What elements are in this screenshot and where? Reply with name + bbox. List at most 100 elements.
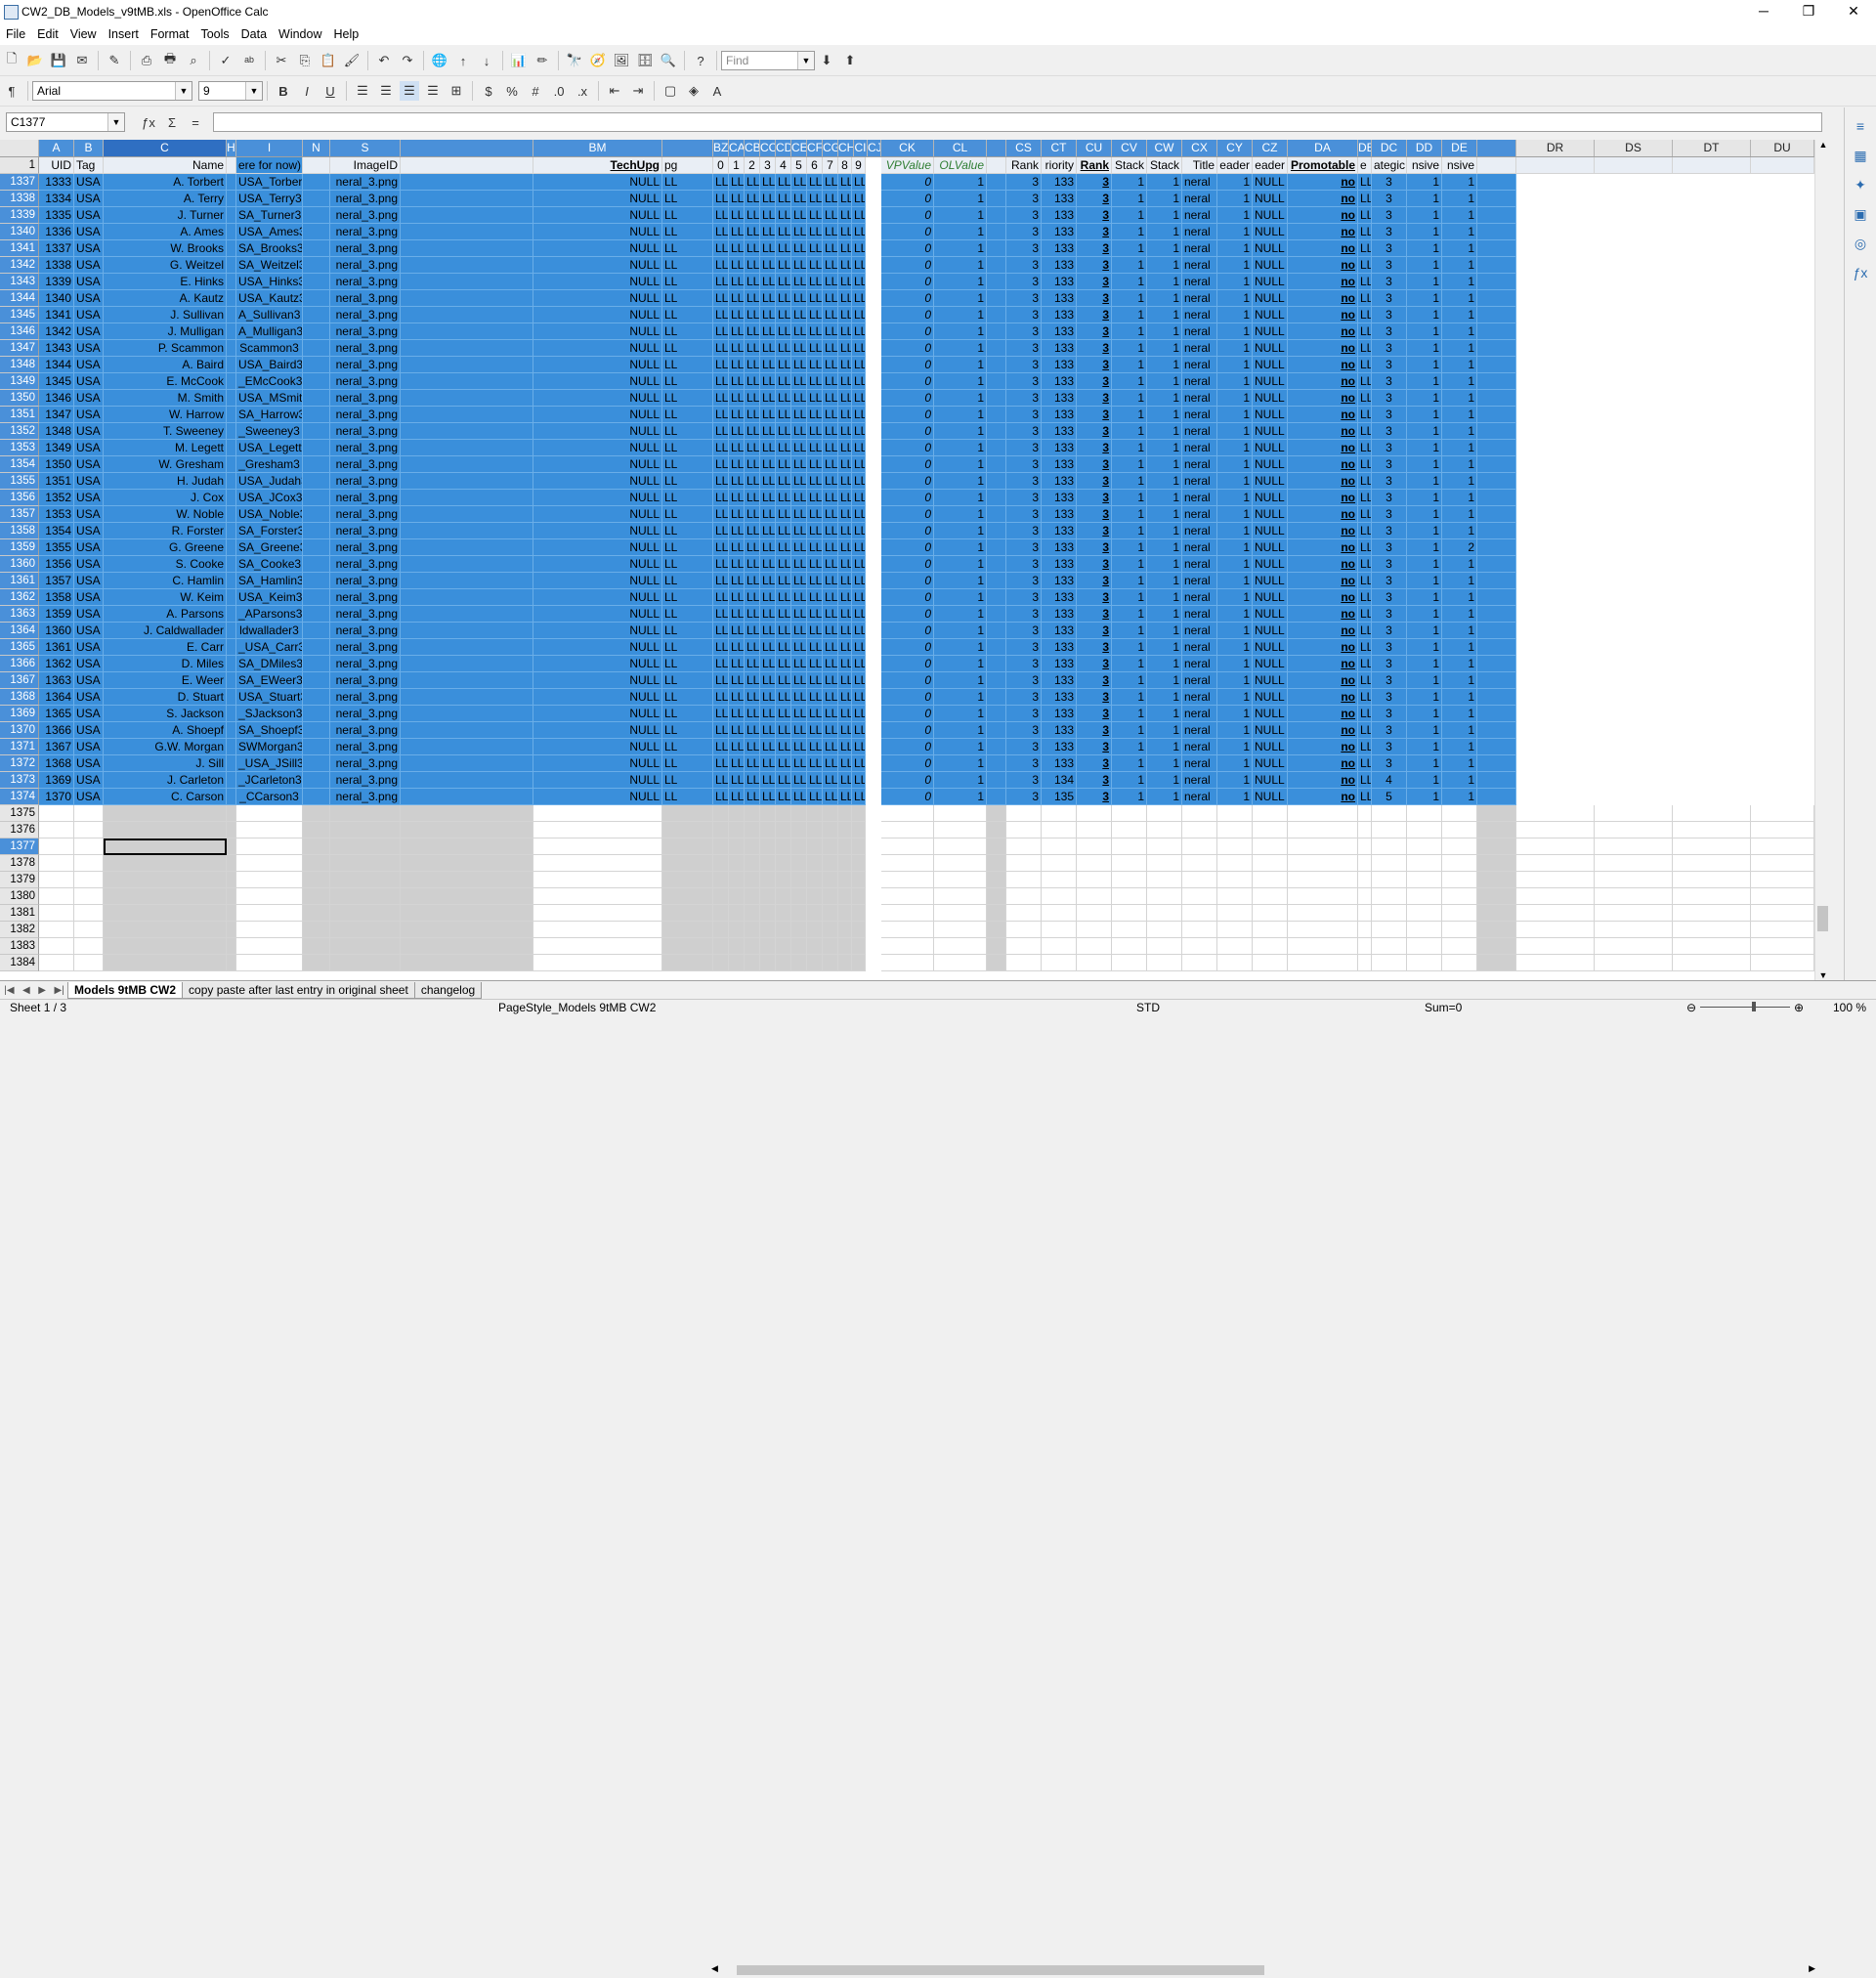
cell-stack-2[interactable]: 1: [1147, 573, 1182, 589]
cell-promotable[interactable]: no: [1288, 191, 1358, 207]
cell-n[interactable]: [303, 523, 330, 539]
cell-olvalue[interactable]: 1: [934, 789, 987, 805]
cell-stack-2[interactable]: 1: [1147, 606, 1182, 623]
table-row[interactable]: 1349 USA M. Legett USA_Legett3 neral_3.png NU…: [39, 440, 1814, 456]
row-header[interactable]: 1364: [0, 623, 39, 639]
empty-cell[interactable]: [1147, 922, 1182, 938]
scroll-down-icon[interactable]: ▼: [1815, 970, 1831, 980]
cell-leader[interactable]: 1: [1217, 373, 1253, 390]
cell-tag[interactable]: USA: [74, 423, 104, 440]
cell-imageid[interactable]: neral_3.png: [330, 240, 401, 257]
cell-small[interactable]: LL: [713, 539, 729, 556]
cell-small[interactable]: LL: [729, 490, 745, 506]
cell-small[interactable]: LL: [838, 606, 852, 623]
cell-small[interactable]: LL: [713, 440, 729, 456]
zoom-icon[interactable]: 🔍: [659, 51, 678, 70]
empty-cell[interactable]: [74, 855, 104, 872]
cell-rank[interactable]: 3: [1006, 323, 1042, 340]
empty-cell[interactable]: [1442, 955, 1477, 971]
cell-leader[interactable]: 1: [1217, 390, 1253, 407]
empty-cell[interactable]: [729, 922, 745, 938]
cell-small[interactable]: LL: [729, 224, 745, 240]
cell-strategic[interactable]: 3: [1372, 307, 1407, 323]
cell-small[interactable]: LL: [823, 307, 838, 323]
cell-rank[interactable]: 3: [1006, 224, 1042, 240]
empty-cell[interactable]: [807, 855, 823, 872]
cell-rank[interactable]: 3: [1006, 755, 1042, 772]
empty-cell[interactable]: [1751, 872, 1814, 888]
empty-cell[interactable]: [662, 855, 713, 872]
menu-data[interactable]: Data: [235, 27, 273, 41]
cell-h[interactable]: [227, 490, 236, 506]
cell-small[interactable]: LL: [807, 689, 823, 706]
cell-small[interactable]: LL: [791, 423, 807, 440]
cell-cm-cr[interactable]: [987, 739, 1006, 755]
cell-small[interactable]: LL: [729, 772, 745, 789]
cell-bn[interactable]: LL: [662, 506, 713, 523]
gallery-icon[interactable]: 🖼: [612, 51, 631, 70]
cell-small[interactable]: LL: [745, 274, 760, 290]
cell-olvalue[interactable]: 1: [934, 573, 987, 589]
cell-leader[interactable]: 1: [1217, 407, 1253, 423]
cell-h[interactable]: [227, 656, 236, 672]
cell-cm-cr[interactable]: [987, 556, 1006, 573]
cell-small[interactable]: LL: [791, 672, 807, 689]
cell-rank[interactable]: 3: [1006, 539, 1042, 556]
empty-cell[interactable]: [1288, 872, 1358, 888]
cell-stack-2[interactable]: 1: [1147, 672, 1182, 689]
cell-hidden-2[interactable]: [1477, 623, 1516, 639]
cell-tag[interactable]: USA: [74, 274, 104, 290]
empty-cell[interactable]: [1253, 822, 1288, 838]
cell-tag[interactable]: USA: [74, 722, 104, 739]
cell-hidden-2[interactable]: [1477, 606, 1516, 623]
empty-cell[interactable]: [227, 838, 236, 855]
row-header[interactable]: 1381: [0, 905, 39, 922]
cell-small[interactable]: LL: [823, 789, 838, 805]
cell-image-name[interactable]: _EMcCook3: [236, 373, 303, 390]
cell-small[interactable]: LL: [745, 556, 760, 573]
cell-image-name[interactable]: SA_Cooke3: [236, 556, 303, 573]
cell-small[interactable]: LL: [713, 556, 729, 573]
cell-stack-2[interactable]: 1: [1147, 407, 1182, 423]
cell-small[interactable]: LL: [760, 606, 776, 623]
cell-small[interactable]: LL: [745, 755, 760, 772]
cell-stack[interactable]: 1: [1112, 423, 1147, 440]
cell-small[interactable]: LL: [729, 456, 745, 473]
formula-input[interactable]: [213, 112, 1822, 132]
empty-cell[interactable]: [729, 855, 745, 872]
cell-promotable[interactable]: no: [1288, 423, 1358, 440]
cell-small[interactable]: LL: [729, 539, 745, 556]
cell-priority[interactable]: 133: [1042, 240, 1077, 257]
row-header[interactable]: 1338: [0, 191, 39, 207]
cell-stack-2[interactable]: 1: [1147, 340, 1182, 357]
cell-small[interactable]: LL: [745, 623, 760, 639]
cell-stack[interactable]: 1: [1112, 224, 1147, 240]
cell-small[interactable]: LL: [823, 672, 838, 689]
empty-cell[interactable]: [39, 855, 74, 872]
cell-title[interactable]: neral: [1182, 440, 1217, 456]
empty-cell[interactable]: [776, 855, 791, 872]
cell-tag[interactable]: USA: [74, 473, 104, 490]
column-header-bm[interactable]: BM: [533, 140, 662, 156]
cell-rank-2[interactable]: 3: [1077, 656, 1112, 672]
empty-cell[interactable]: [934, 822, 987, 838]
cell-uid[interactable]: 1338: [39, 257, 74, 274]
cell-rank-2[interactable]: 3: [1077, 407, 1112, 423]
cell-promotable[interactable]: no: [1288, 473, 1358, 490]
autospell-icon[interactable]: ᵃᵇ: [239, 51, 259, 70]
cell-olvalue[interactable]: 1: [934, 390, 987, 407]
cell-uid[interactable]: 1362: [39, 656, 74, 672]
menu-icon[interactable]: ≡: [1850, 115, 1871, 137]
cell-hidden[interactable]: [401, 722, 533, 739]
cell-uid[interactable]: 1349: [39, 440, 74, 456]
cell-rank-2[interactable]: 3: [1077, 224, 1112, 240]
scroll-up-icon[interactable]: ▲: [1815, 140, 1831, 150]
align-right-icon[interactable]: ☰: [400, 81, 419, 101]
empty-cell[interactable]: [1042, 955, 1077, 971]
header-cell-small[interactable]: 7: [823, 157, 838, 174]
cell-strategic[interactable]: 3: [1372, 423, 1407, 440]
cell-rank[interactable]: 3: [1006, 573, 1042, 589]
empty-row[interactable]: [39, 905, 1814, 922]
empty-cell[interactable]: [104, 855, 227, 872]
cell-leader-2[interactable]: NULL: [1253, 556, 1288, 573]
